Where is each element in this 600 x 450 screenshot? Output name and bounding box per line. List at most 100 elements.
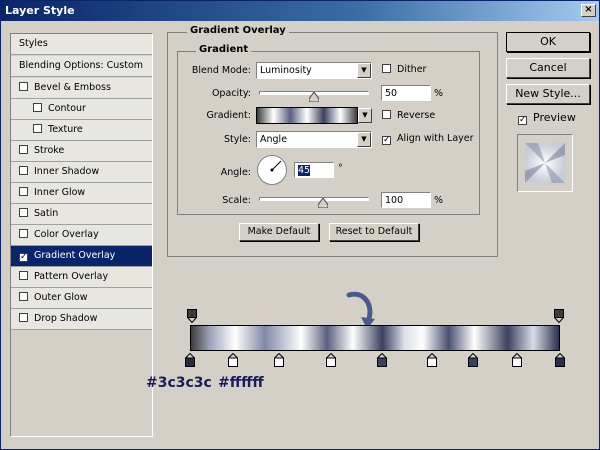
style-item-checkbox[interactable] (19, 208, 28, 217)
style-item-label: Inner Shadow (34, 166, 100, 177)
angle-dial[interactable] (257, 155, 287, 185)
opacity-label: Opacity: (211, 88, 251, 99)
hex-color-label-1: #3c3c3c (146, 375, 212, 391)
cancel-button[interactable]: Cancel (506, 58, 590, 78)
color-stop[interactable] (185, 353, 195, 367)
style-item-drop-shadow[interactable]: Drop Shadow (11, 309, 152, 330)
preview-checkbox[interactable]: ✓ Preview (518, 111, 576, 125)
color-stop[interactable] (555, 353, 565, 367)
style-item-inner-shadow[interactable]: Inner Shadow (11, 162, 152, 183)
style-item-label: Outer Glow (34, 292, 88, 303)
style-select[interactable]: Angle ▼ (256, 131, 372, 148)
color-stop[interactable] (512, 353, 523, 367)
curved-arrow-icon (346, 291, 375, 329)
style-item-checkbox[interactable] (33, 103, 42, 112)
blend-mode-select[interactable]: Luminosity ▼ (256, 62, 372, 79)
color-stop[interactable] (325, 353, 336, 367)
style-item-outer-glow[interactable]: Outer Glow (11, 288, 152, 309)
style-item-inner-glow[interactable]: Inner Glow (11, 183, 152, 204)
angle-input[interactable]: 45 (294, 162, 334, 178)
angle-label: Angle: (220, 167, 251, 178)
dither-label: Dither (397, 64, 427, 75)
dither-check-box[interactable] (382, 64, 391, 73)
angle-needle-icon (270, 160, 282, 172)
color-stop[interactable] (377, 353, 388, 367)
scale-input[interactable]: 100 (381, 192, 431, 208)
color-stop[interactable] (273, 353, 284, 367)
style-value: Angle (260, 134, 288, 145)
style-item-label: Drop Shadow (34, 313, 98, 324)
style-item-label: Satin (34, 208, 59, 219)
style-item-label: Contour (48, 103, 86, 114)
gradient-label: Gradient: (206, 110, 251, 121)
color-stop[interactable] (227, 353, 238, 367)
style-item-checkbox[interactable] (19, 229, 28, 238)
title-bar[interactable]: Layer Style × (1, 1, 599, 21)
chevron-down-icon[interactable]: ▼ (357, 63, 371, 78)
align-label: Align with Layer (397, 133, 474, 144)
make-default-button[interactable]: Make Default (239, 223, 319, 241)
window-title: Layer Style (5, 4, 75, 17)
style-item-checkbox[interactable] (19, 82, 28, 91)
angle-unit: ° (338, 163, 343, 174)
opacity-unit: % (434, 88, 444, 99)
reverse-label: Reverse (397, 110, 436, 121)
scale-slider[interactable] (259, 197, 369, 201)
scale-slider-thumb[interactable] (317, 198, 328, 208)
preview-check-box[interactable]: ✓ (518, 116, 527, 125)
blending-options-item[interactable]: Blending Options: Custom (11, 56, 152, 77)
opacity-slider-thumb[interactable] (309, 92, 319, 102)
chevron-down-icon[interactable]: ▼ (357, 132, 371, 147)
style-label: Style: (223, 134, 251, 145)
opacity-stop-right[interactable] (554, 309, 564, 323)
style-item-label: Bevel & Emboss (34, 82, 111, 93)
style-item-checkbox[interactable] (19, 313, 28, 322)
group-title: Gradient (196, 44, 252, 55)
styles-header-item[interactable]: Styles (11, 34, 152, 55)
opacity-stop-left[interactable] (187, 309, 197, 323)
reverse-checkbox[interactable]: Reverse (382, 110, 435, 121)
gradient-preview-bar[interactable] (190, 325, 560, 351)
styles-list: Styles Blending Options: Custom Bevel & … (10, 33, 153, 437)
style-item-stroke[interactable]: Stroke (11, 141, 152, 162)
style-item-color-overlay[interactable]: Color Overlay (11, 225, 152, 246)
chevron-down-icon[interactable]: ▼ (358, 108, 372, 123)
preview-thumbnail (517, 134, 573, 192)
style-item-pattern-overlay[interactable]: Pattern Overlay (11, 267, 152, 288)
style-item-satin[interactable]: Satin (11, 204, 152, 225)
align-with-layer-checkbox[interactable]: ✓ Align with Layer (382, 133, 474, 145)
style-item-label: Color Overlay (34, 229, 99, 240)
style-item-checkbox[interactable]: ✓ (19, 253, 28, 262)
color-stop[interactable] (468, 353, 479, 367)
gradient-swatch[interactable] (256, 107, 358, 124)
style-item-checkbox[interactable] (19, 271, 28, 280)
opacity-input[interactable]: 50 (381, 85, 431, 101)
style-item-checkbox[interactable] (19, 145, 28, 154)
scale-label: Scale: (222, 195, 251, 206)
reset-to-default-button[interactable]: Reset to Default (329, 223, 419, 241)
scale-unit: % (434, 195, 444, 206)
style-item-bevel-emboss[interactable]: Bevel & Emboss (11, 78, 152, 99)
style-item-checkbox[interactable] (19, 292, 28, 301)
style-item-gradient-overlay[interactable]: ✓ Gradient Overlay (11, 246, 152, 267)
align-check-box[interactable]: ✓ (382, 136, 391, 145)
style-item-label: Stroke (34, 145, 65, 156)
blend-mode-label: Blend Mode: (191, 65, 251, 76)
new-style-button[interactable]: New Style... (506, 84, 590, 104)
style-item-checkbox[interactable] (19, 187, 28, 196)
style-item-texture[interactable]: Texture (11, 120, 152, 141)
style-item-label: Pattern Overlay (34, 271, 109, 282)
ok-button[interactable]: OK (506, 32, 590, 52)
reverse-check-box[interactable] (382, 110, 391, 119)
style-item-contour[interactable]: Contour (11, 99, 152, 120)
preview-label: Preview (533, 111, 576, 124)
style-item-label: Texture (48, 124, 83, 135)
preview-image (525, 143, 565, 183)
style-item-checkbox[interactable] (33, 124, 42, 133)
close-button[interactable]: × (581, 4, 596, 17)
section-title: Gradient Overlay (187, 25, 289, 36)
blend-mode-value: Luminosity (260, 65, 312, 76)
color-stop[interactable] (427, 353, 438, 367)
dither-checkbox[interactable]: Dither (382, 64, 426, 75)
style-item-checkbox[interactable] (19, 166, 28, 175)
